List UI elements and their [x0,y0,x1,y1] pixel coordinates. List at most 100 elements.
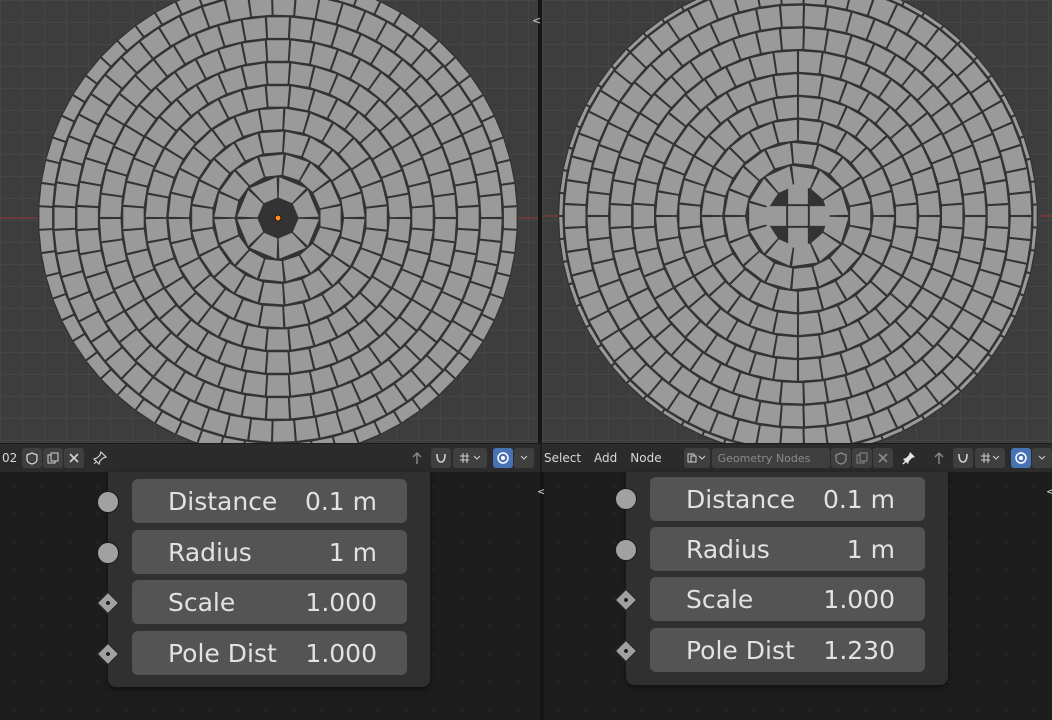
menu-node[interactable]: Node [630,451,661,465]
paving-stone [774,51,797,74]
menu-select[interactable]: Select [544,451,581,465]
paving-stone [260,108,284,131]
paving-stone [804,381,827,404]
paving-stone [774,97,798,120]
close-icon[interactable] [64,448,84,468]
snap-grid-icon[interactable] [975,448,1005,468]
field-label: Pole Dist [686,635,795,665]
paving-pattern-right [542,0,1052,443]
paving-stone [804,427,827,443]
area-swap-icon[interactable]: < [1046,485,1052,498]
datablock-name[interactable]: 02 [2,451,20,465]
paving-stone [242,372,267,396]
paving-stone [963,193,986,215]
paving-stone [77,182,101,207]
paving-stone [565,181,588,205]
paving-stone [587,217,610,239]
viewport-left[interactable] [0,0,538,443]
shield-icon[interactable] [22,448,42,468]
overlay-icon[interactable] [1011,448,1031,468]
paving-stone [781,5,803,27]
paving-stone [289,17,314,41]
paving-stone [766,206,787,226]
pin-icon[interactable] [90,448,110,468]
paving-stone [774,74,798,97]
field-scale-right[interactable]: Scale 1.000 [650,577,925,621]
paving-stone [100,194,122,217]
overlay-dropdown-icon[interactable] [514,448,534,468]
field-pole-dist-right[interactable]: Pole Dist 1.230 [650,628,925,672]
paving-stone [656,216,679,240]
snap-icon[interactable] [431,448,451,468]
paving-stone [757,425,781,443]
field-distance-left[interactable]: Distance 0.1 m [132,479,407,523]
paving-stone [757,402,781,426]
paving-stone [781,28,803,50]
paving-stone [54,207,75,229]
paving-stone [455,182,479,207]
paving-stone [1006,169,1030,194]
paving-stone [242,40,267,64]
paving-stone [774,335,798,358]
shield-icon[interactable] [830,448,851,468]
field-value: 1.230 [823,635,895,665]
field-value: 1 m [328,537,377,567]
paving-stone [480,195,502,217]
field-value: 1 m [846,534,895,564]
paving-stone [295,0,319,19]
paving-stone [781,405,803,427]
duplicate-icon[interactable] [43,448,63,468]
snap-icon[interactable] [953,448,973,468]
node-editor-left[interactable]: Distance 0.1 m Radius 1 m Scale 1.000 Po… [0,472,540,720]
paving-stone [781,382,803,404]
socket-distance-left[interactable] [97,491,119,513]
paving-stone [480,219,502,241]
overlay-dropdown-icon[interactable] [1032,448,1052,468]
paving-stone [788,206,808,226]
paving-stone [266,375,290,396]
duplicate-icon[interactable] [851,448,872,468]
paving-stone [788,227,808,248]
paving-stone [455,229,479,254]
paving-stone [804,404,827,427]
node-tree-name-field[interactable]: Geometry Nodes [711,448,830,468]
paving-stone [366,206,387,230]
socket-distance-right[interactable] [615,488,637,510]
close-icon[interactable] [872,448,893,468]
field-scale-left[interactable]: Scale 1.000 [132,580,407,624]
paving-stone [503,207,517,229]
paving-stone [412,206,433,230]
pin-icon[interactable] [899,448,919,468]
field-label: Distance [686,484,796,514]
node-editor-right[interactable]: Distance 0.1 m Radius 1 m Scale 1.000 Po… [544,472,1052,720]
menu-add[interactable]: Add [594,451,617,465]
socket-radius-right[interactable] [615,539,637,561]
viewport-right[interactable] [542,0,1052,443]
field-value: 1.000 [305,638,377,668]
paving-stone [295,417,319,441]
paving-stone [388,218,411,242]
paving-stone [77,207,98,229]
paving-stone [809,206,830,226]
field-radius-right[interactable]: Radius 1 m [650,527,925,571]
paving-stone [273,0,295,16]
node-editor-header-left: 02 [0,444,540,472]
paving-stone [260,305,284,328]
overlay-icon[interactable] [493,448,513,468]
field-radius-left[interactable]: Radius 1 m [132,530,407,574]
field-pole-dist-left[interactable]: Pole Dist 1.000 [132,631,407,675]
paving-stone [1009,217,1032,239]
paving-stone [798,74,822,97]
editor-type-icon[interactable] [683,448,710,468]
paving-stone [192,206,213,230]
snap-grid-icon[interactable] [453,448,487,468]
field-distance-right[interactable]: Distance 0.1 m [650,477,925,521]
field-label: Radius [168,537,252,567]
paving-stone [917,192,940,216]
parent-arrow-icon[interactable] [929,448,949,468]
paving-stone [798,335,822,358]
paving-stone [434,194,456,217]
socket-radius-left[interactable] [97,542,119,564]
parent-arrow-icon[interactable] [407,448,427,468]
field-label: Pole Dist [168,638,277,668]
